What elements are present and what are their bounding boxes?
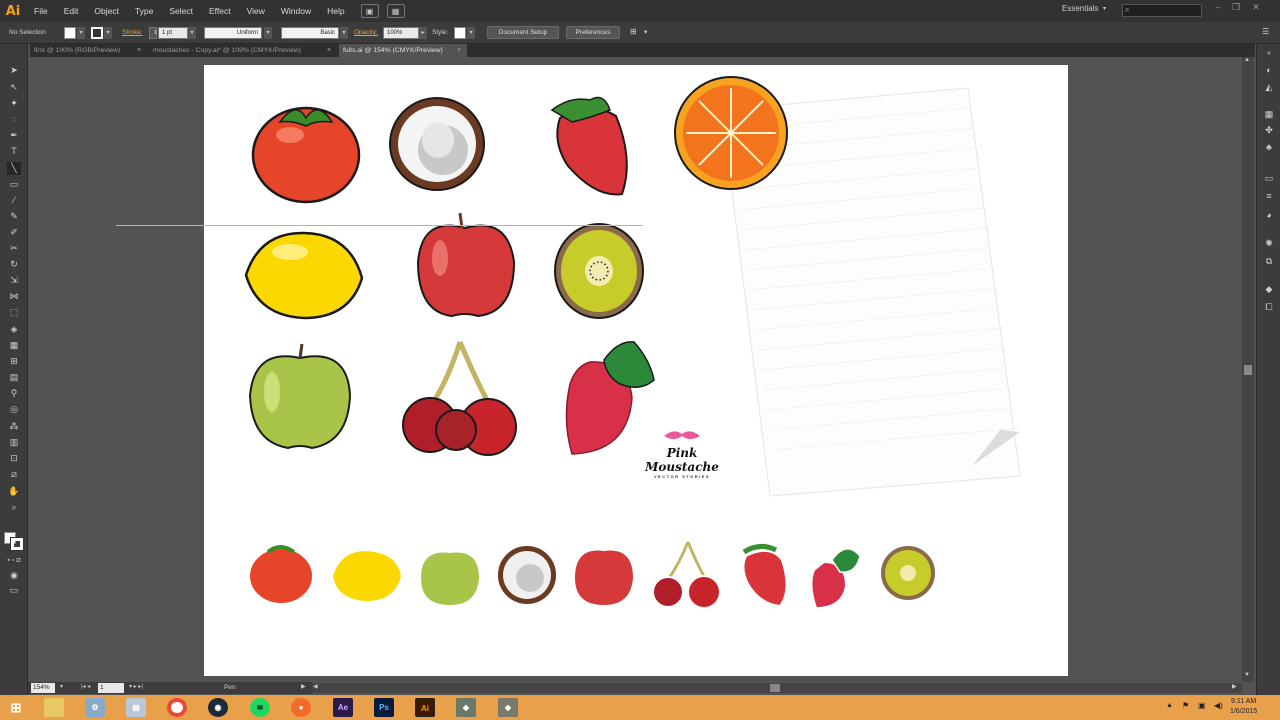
brushes-panel-icon[interactable]: ✤: [1262, 124, 1276, 136]
tomato[interactable]: [251, 106, 361, 204]
symbols-panel-icon[interactable]: ♣: [1262, 141, 1276, 153]
first-artboard-icon[interactable]: |◂ ◂: [81, 683, 90, 690]
green-apple[interactable]: [248, 343, 352, 450]
after-effects-icon[interactable]: Ae: [333, 698, 353, 717]
coconut[interactable]: [389, 97, 485, 191]
brand-subtitle: VECTOR STORIES: [653, 474, 711, 479]
horizontal-scrollbar[interactable]: ◀ ▶: [312, 683, 1242, 693]
system-clock[interactable]: 9:11 AM 1/6/2015: [1230, 697, 1257, 717]
network-icon[interactable]: ▣: [1198, 701, 1206, 710]
swatches-panel-icon[interactable]: ▦: [1262, 108, 1276, 120]
app-icon[interactable]: ◆: [498, 698, 518, 717]
lemon[interactable]: [244, 231, 364, 320]
tools-app-icon[interactable]: ⚙: [85, 698, 105, 717]
clock-date: 1/6/2015: [1230, 708, 1258, 715]
chrome-icon[interactable]: [167, 698, 187, 717]
vertical-scrollbar[interactable]: ▲ ▼: [1242, 57, 1254, 682]
status-menu-icon[interactable]: ▶: [301, 683, 306, 690]
smart-guide-line: [116, 225, 643, 226]
notepad-icon[interactable]: ▤: [126, 698, 146, 717]
current-tool-status: Pen: [224, 684, 236, 691]
photoshop-icon[interactable]: Ps: [374, 698, 394, 717]
graphic-styles-icon[interactable]: ⧉: [1262, 255, 1276, 267]
steam-icon[interactable]: ◉: [208, 698, 228, 717]
panel-menu-icon[interactable]: ☰: [1262, 27, 1269, 36]
spotify-icon[interactable]: ≋: [250, 698, 270, 717]
scroll-up-icon[interactable]: ▲: [1244, 57, 1250, 63]
color-panel-icon[interactable]: ◐: [1262, 64, 1276, 76]
transparency-panel-icon[interactable]: ◕: [1262, 209, 1276, 221]
artboard-field[interactable]: 1: [98, 683, 124, 693]
next-artboard-icon[interactable]: ▾ ▸ ▸|: [129, 683, 143, 690]
scroll-left-icon[interactable]: ◀: [313, 683, 318, 690]
show-hidden-icons[interactable]: ▲: [1166, 702, 1173, 709]
orange[interactable]: [674, 76, 788, 190]
strawberry[interactable]: [550, 96, 628, 196]
brand-name: Pink Moustache: [645, 446, 719, 474]
panel-dock: « ◐ ◭ ▦ ✤ ♣ ▭ ≡ ◕ ✺ ⧉ ◆ ⧠: [1256, 44, 1280, 695]
kiwi[interactable]: [554, 223, 644, 319]
action-center-icon[interactable]: ⚑: [1182, 701, 1189, 710]
collapse-panels-icon[interactable]: «: [1262, 48, 1276, 60]
gradient-panel-icon[interactable]: ▭: [1262, 172, 1276, 184]
zoom-dropdown[interactable]: ▾: [60, 683, 63, 690]
strip-fruits[interactable]: [248, 541, 937, 610]
cherries[interactable]: [402, 341, 517, 456]
artwork-canvas: [244, 76, 1021, 610]
vertical-scroll-thumb[interactable]: [1244, 365, 1252, 375]
scroll-right-icon[interactable]: ▶: [1232, 683, 1237, 690]
appearance-panel-icon[interactable]: ✺: [1262, 237, 1276, 249]
windows-taskbar: ⊞ ⚙ ▤ ◉ ≋ ● Ae Ps Ai ◆ ◆ ▲ ⚑ ▣ ◀) 9:11 A…: [0, 695, 1280, 720]
scroll-down-icon[interactable]: ▼: [1244, 672, 1250, 678]
windows-start-icon[interactable]: ⊞: [6, 698, 26, 717]
brand-logo[interactable]: Pink Moustache VECTOR STORIES: [630, 428, 734, 479]
close-icon[interactable]: ✕: [1248, 2, 1264, 14]
app-icon[interactable]: ◆: [456, 698, 476, 717]
clock-time: 9:11 AM: [1231, 698, 1257, 705]
volume-icon[interactable]: ◀): [1214, 701, 1223, 710]
origin-icon[interactable]: ●: [291, 698, 311, 717]
illustrator-icon[interactable]: Ai: [415, 698, 435, 717]
zoom-field[interactable]: 154%: [31, 683, 55, 693]
apple[interactable]: [416, 212, 516, 318]
file-explorer-icon[interactable]: [44, 698, 64, 717]
status-bar: 154% ▾ |◂ ◂ 1 ▾ ▸ ▸| Pen ▶: [28, 682, 312, 694]
horizontal-scroll-thumb[interactable]: [770, 684, 780, 692]
layers-panel-icon[interactable]: ◆: [1262, 283, 1276, 295]
color-guide-icon[interactable]: ◭: [1262, 81, 1276, 93]
artboards-panel-icon[interactable]: ⧠: [1262, 301, 1276, 313]
stroke-panel-icon[interactable]: ≡: [1262, 190, 1276, 202]
